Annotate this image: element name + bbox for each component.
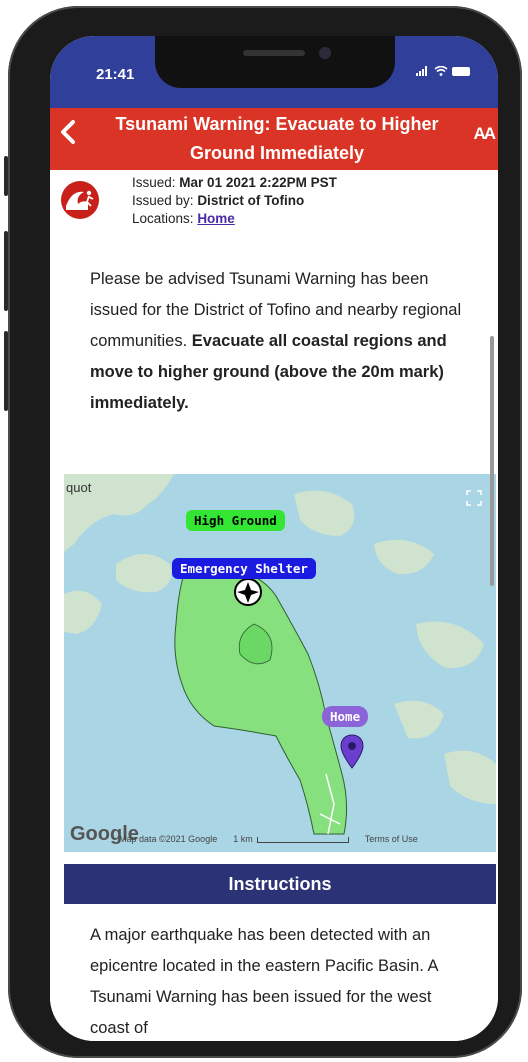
tsunami-icon	[61, 181, 99, 219]
map-terms-link[interactable]: Terms of Use	[365, 834, 418, 844]
meta-lines: Issued: Mar 01 2021 2:22PM PST Issued by…	[132, 174, 337, 228]
speaker	[243, 50, 305, 56]
status-icons	[416, 66, 470, 76]
chevron-left-icon[interactable]	[58, 116, 78, 153]
map-scale-label: 1 km	[233, 834, 253, 844]
font-size-button[interactable]: AA	[473, 124, 496, 144]
screen: 21:41 Tsunami Warning: Evacuate to Highe…	[50, 36, 498, 1041]
notch	[155, 36, 395, 88]
alert-title: Tsunami Warning: Evacuate to Higher Grou…	[115, 114, 439, 163]
alert-message: Please be advised Tsunami Warning has be…	[90, 264, 470, 419]
map-place-label: quot	[66, 480, 92, 495]
issued-row: Issued: Mar 01 2021 2:22PM PST	[132, 174, 337, 192]
alert-meta: Issued: Mar 01 2021 2:22PM PST Issued by…	[50, 170, 498, 243]
wifi-icon	[434, 66, 448, 76]
map-scale: 1 km	[233, 834, 349, 844]
fullscreen-icon[interactable]	[466, 490, 482, 506]
battery-icon	[452, 66, 470, 76]
locations-row: Locations: Home	[132, 210, 337, 228]
alert-content: Please be advised Tsunami Warning has be…	[50, 242, 498, 1041]
issued-label: Issued:	[132, 175, 176, 190]
issued-by-label: Issued by:	[132, 193, 194, 208]
issued-by-row: Issued by: District of Tofino	[132, 192, 337, 210]
volume-up-button	[4, 231, 8, 311]
front-camera	[319, 47, 331, 59]
map-pin-icon[interactable]	[340, 734, 364, 770]
status-time: 21:41	[96, 66, 135, 83]
scrollbar[interactable]	[490, 336, 494, 586]
marker-emergency-shelter[interactable]: Emergency Shelter	[172, 558, 316, 579]
locations-label: Locations:	[132, 211, 194, 226]
status-bar: 21:41	[50, 36, 498, 108]
marker-home[interactable]: Home	[322, 706, 369, 727]
map-scale-bar	[256, 836, 349, 843]
instructions-header: Instructions	[64, 864, 496, 904]
map-footer: Map data ©2021 Google 1 km Terms of Use	[119, 834, 418, 844]
signal-icon	[416, 66, 427, 76]
mute-switch	[4, 156, 8, 196]
issued-by-value: District of Tofino	[197, 193, 305, 208]
map-data-credit: Map data ©2021 Google	[119, 834, 218, 844]
evacuation-map[interactable]: quot High Ground Emergency Shelter Home …	[64, 474, 496, 852]
marker-high-ground[interactable]: High Ground	[186, 510, 285, 531]
location-link-home[interactable]: Home	[197, 211, 235, 226]
phone-frame: 21:41 Tsunami Warning: Evacuate to Highe…	[4, 6, 522, 1058]
instructions-text: A major earthquake has been detected wit…	[90, 926, 438, 1037]
issued-value: Mar 01 2021 2:22PM PST	[179, 175, 337, 190]
volume-down-button	[4, 331, 8, 411]
alert-header: Tsunami Warning: Evacuate to Higher Grou…	[50, 108, 498, 170]
